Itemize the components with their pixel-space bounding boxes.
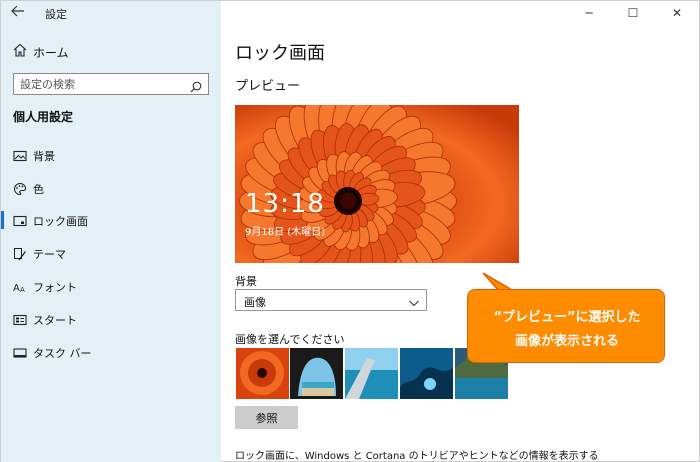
background-label: 背景 — [235, 275, 257, 288]
sidebar-item-lock-screen[interactable]: ロック画面 — [1, 207, 221, 233]
svg-text:A: A — [20, 286, 25, 294]
sidebar-item-label: ホーム — [33, 46, 69, 60]
preview-date: 9月18日 (木曜日) — [245, 227, 326, 238]
sidebar-item-label: タスク バー — [33, 347, 92, 360]
page-title: ロック画面 — [235, 43, 325, 64]
sidebar-item-taskbar[interactable]: タスク バー — [1, 339, 221, 365]
sidebar: 設定 ホーム 個人用設定 背景 色 — [1, 1, 221, 462]
preview-heading: プレビュー — [235, 79, 301, 94]
lock-screen-preview: 13:18 9月18日 (木曜日) — [235, 105, 519, 263]
sidebar-item-label: ロック画面 — [33, 215, 88, 228]
flower-thumbnail-image — [236, 348, 289, 399]
sidebar-item-label: 背景 — [33, 150, 55, 163]
image-thumbnail[interactable] — [345, 348, 398, 399]
search-box[interactable] — [13, 73, 209, 95]
maximize-button[interactable]: ☐ — [613, 1, 653, 25]
title-bar: 設定 — [1, 1, 221, 25]
sidebar-item-label: テーマ — [33, 248, 66, 261]
start-icon — [13, 312, 27, 326]
sidebar-item-start[interactable]: スタート — [1, 306, 221, 332]
search-icon[interactable] — [190, 78, 202, 93]
svg-text:A: A — [13, 283, 20, 294]
sidebar-item-label: 色 — [33, 183, 44, 196]
background-dropdown[interactable]: 画像 — [235, 289, 427, 311]
lock-screen-icon — [13, 213, 27, 227]
sidebar-item-label: フォント — [33, 281, 77, 294]
callout-annotation: “プレビュー”に選択した 画像が表示される — [467, 289, 665, 363]
image-thumbnail[interactable] — [236, 348, 289, 399]
app-title: 設定 — [45, 8, 67, 21]
palette-icon — [13, 181, 27, 196]
ice-cave-thumbnail-image — [400, 348, 453, 399]
search-input[interactable] — [20, 77, 184, 91]
browse-button[interactable]: 参照 — [235, 406, 298, 429]
callout-line-2: 画像が表示される — [514, 334, 619, 349]
sidebar-item-themes[interactable]: テーマ — [1, 240, 221, 266]
settings-window: 設定 ホーム 個人用設定 背景 色 — [0, 0, 700, 462]
theme-brush-icon — [13, 246, 27, 261]
sidebar-item-label: スタート — [33, 314, 77, 327]
back-arrow-icon[interactable] — [11, 4, 29, 22]
image-thumbnail[interactable] — [400, 348, 453, 399]
sidebar-item-colors[interactable]: 色 — [1, 175, 221, 201]
flower-image — [235, 105, 519, 263]
section-heading: 個人用設定 — [13, 110, 74, 124]
background-dropdown-value: 画像 — [244, 296, 266, 309]
font-icon: AA — [13, 279, 27, 294]
chevron-down-icon — [408, 294, 420, 307]
sidebar-item-fonts[interactable]: AA フォント — [1, 273, 221, 299]
minimize-button[interactable]: ─ — [569, 1, 609, 25]
callout-line-1: “プレビュー”に選択した — [493, 310, 641, 325]
window-controls: ─ ☐ ✕ — [569, 1, 699, 25]
cave-beach-thumbnail-image — [290, 348, 343, 399]
image-thumbnail[interactable] — [290, 348, 343, 399]
choose-image-label: 画像を選んでください — [235, 333, 345, 346]
ocean-wing-thumbnail-image — [345, 348, 398, 399]
tips-description: ロック画面に、Windows と Cortana のトリビアやヒントなどの情報を… — [235, 451, 599, 462]
sidebar-item-background[interactable]: 背景 — [1, 142, 221, 168]
picture-icon — [13, 148, 27, 162]
sidebar-item-home[interactable]: ホーム — [1, 39, 221, 63]
close-button[interactable]: ✕ — [657, 1, 697, 25]
preview-time: 13:18 — [245, 189, 325, 219]
home-icon — [13, 42, 27, 57]
taskbar-icon — [13, 345, 27, 359]
